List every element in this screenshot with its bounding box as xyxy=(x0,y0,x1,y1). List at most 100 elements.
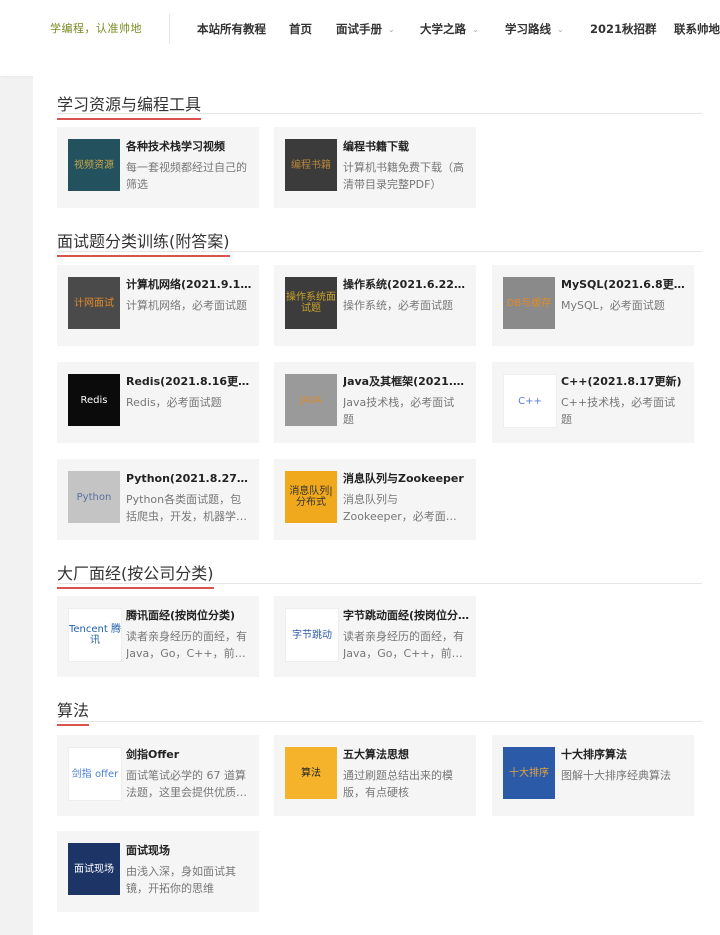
card-thumbnail: JAVA xyxy=(285,374,337,426)
section-title: 面试题分类训练(附答案) xyxy=(57,228,230,257)
nav-item-contact[interactable]: 联系帅地 xyxy=(674,21,720,37)
card-title: C++(2021.8.17更新) xyxy=(561,375,682,388)
nav-item-recruit-group[interactable]: 2021秋招群 xyxy=(590,21,657,37)
card-title: 计算机网络(2021.9.16更新) xyxy=(126,278,254,291)
card-thumbnail: Python xyxy=(68,471,120,523)
card-title: 五大算法思想 xyxy=(343,748,409,761)
card-description: Redis，必考面试题 xyxy=(126,396,222,409)
card-thumbnail: C++ xyxy=(503,374,557,428)
card-thumbnail: 面试现场 xyxy=(68,843,120,895)
card-thumbnail: 算法 xyxy=(285,747,337,799)
resource-card[interactable]: 算法 五大算法思想 通过刷题总结出来的模版，有点硬核 xyxy=(274,735,476,816)
resource-card[interactable]: C++ C++(2021.8.17更新) C++技术栈，必考面试题 xyxy=(492,362,694,443)
nav-item-all-tutorials[interactable]: 本站所有教程 xyxy=(197,21,266,37)
nav-item-college-road[interactable]: 大学之路 ⌄ xyxy=(420,21,479,37)
resource-card[interactable]: 操作系统面试题 操作系统(2021.6.22更新) 操作系统，必考面试题 xyxy=(274,265,476,346)
section-divider xyxy=(57,721,702,722)
card-thumbnail: 消息队列|分布式 xyxy=(285,471,337,523)
section-divider xyxy=(57,583,702,584)
card-description: 读者亲身经历的面经，有Java，Go，C++，前端等 xyxy=(126,630,247,660)
nav-item-label: 2021秋招群 xyxy=(590,22,657,36)
section-title-underline xyxy=(57,587,214,589)
card-description: Java技术栈，必考面试题 xyxy=(343,396,455,426)
card-thumbnail: 编程书籍 xyxy=(285,139,337,191)
resource-card[interactable]: 视频资源 各种技术栈学习视频 每一套视频都经过自己的筛选 xyxy=(57,127,259,208)
card-title: 腾讯面经(按岗位分类) xyxy=(126,609,236,622)
card-description: 计算机网络，必考面试题 xyxy=(126,299,247,312)
resource-card[interactable]: JAVA Java及其框架(2021.7.8更新) Java技术栈，必考面试题 xyxy=(274,362,476,443)
site-logo[interactable]: 学编程，认准帅地 xyxy=(50,20,142,36)
card-title: 十大排序算法 xyxy=(561,748,627,761)
section-title-text: 大厂面经(按公司分类) xyxy=(57,564,214,583)
nav-item-learning-path[interactable]: 学习路线 ⌄ xyxy=(505,21,564,37)
section-title-underline xyxy=(57,118,202,120)
thumbnail-text: 编程书籍 xyxy=(291,159,331,171)
section-title-underline xyxy=(57,255,230,257)
card-thumbnail: 操作系统面试题 xyxy=(285,277,337,329)
resource-card[interactable]: 十大排序 十大排序算法 图解十大排序经典算法 xyxy=(492,735,694,816)
thumbnail-text: C++ xyxy=(518,395,542,407)
resource-card[interactable]: Redis Redis(2021.8.16更新) Redis，必考面试题 xyxy=(57,362,259,443)
thumbnail-text: Tencent 腾讯 xyxy=(69,624,121,646)
card-description: 操作系统，必考面试题 xyxy=(343,299,453,312)
chevron-down-icon: ⌄ xyxy=(472,25,479,34)
thumbnail-text: 消息队列|分布式 xyxy=(289,486,333,508)
thumbnail-text: 操作系统面试题 xyxy=(286,292,336,314)
card-description: 面试笔试必学的 67 道算法题，这里会提供优质题解 xyxy=(126,769,247,799)
card-title: MySQL(2021.6.8更新) xyxy=(561,278,689,291)
thumbnail-text: Python xyxy=(76,491,112,503)
main-content: 学习资源与编程工具 视频资源 各种技术栈学习视频 每一套视频都经过自己的筛选 编… xyxy=(33,76,720,935)
thumbnail-text: 字节跳动 xyxy=(292,629,332,641)
card-thumbnail: Redis xyxy=(68,374,120,426)
section-title: 大厂面经(按公司分类) xyxy=(57,560,214,589)
resource-card[interactable]: 字节跳动 字节跳动面经(按岗位分类) 读者亲身经历的面经，有Java，Go，C+… xyxy=(274,596,476,677)
card-title: 面试现场 xyxy=(126,844,170,857)
card-thumbnail: Tencent 腾讯 xyxy=(68,608,122,662)
resource-card[interactable]: 剑指 offer 剑指Offer 面试笔试必学的 67 道算法题，这里会提供优质… xyxy=(57,735,259,816)
header-divider xyxy=(169,14,170,44)
card-title: 编程书籍下载 xyxy=(343,140,409,153)
card-description: 消息队列与Zookeeper，必考面试题 xyxy=(343,493,457,523)
card-thumbnail: 剑指 offer xyxy=(68,747,122,801)
site-header: 学编程，认准帅地 本站所有教程 首页 面试手册 ⌄ 大学之路 ⌄ 学习路线 ⌄ 202… xyxy=(0,0,720,76)
nav-item-home[interactable]: 首页 xyxy=(289,21,312,37)
thumbnail-text: 面试现场 xyxy=(74,863,114,875)
resource-card[interactable]: DB与缓存 MySQL(2021.6.8更新) MySQL，必考面试题 xyxy=(492,265,694,346)
resource-card[interactable]: Tencent 腾讯 腾讯面经(按岗位分类) 读者亲身经历的面经，有Java，G… xyxy=(57,596,259,677)
thumbnail-text: DB与缓存 xyxy=(506,297,552,309)
section-divider xyxy=(57,113,702,114)
section-title: 算法 xyxy=(57,697,90,726)
resource-card[interactable]: 编程书籍 编程书籍下载 计算机书籍免费下载（高清带目录完整PDF） xyxy=(274,127,476,208)
card-thumbnail: 十大排序 xyxy=(503,747,555,799)
section-title-text: 面试题分类训练(附答案) xyxy=(57,232,230,251)
card-title: Redis(2021.8.16更新) xyxy=(126,375,254,388)
thumbnail-text: Redis xyxy=(80,394,108,406)
card-title: 操作系统(2021.6.22更新) xyxy=(343,278,471,291)
nav-item-label: 首页 xyxy=(289,22,312,36)
nav-item-interview-manual[interactable]: 面试手册 ⌄ xyxy=(336,21,395,37)
section-title-text: 学习资源与编程工具 xyxy=(57,95,202,114)
card-description: 图解十大排序经典算法 xyxy=(561,769,671,782)
nav-item-label: 学习路线 xyxy=(505,22,551,36)
nav-item-label: 联系帅地 xyxy=(674,22,720,36)
card-thumbnail: DB与缓存 xyxy=(503,277,555,329)
section-title-text: 算法 xyxy=(57,701,90,720)
thumbnail-text: 算法 xyxy=(301,767,321,779)
thumbnail-text: 剑指 offer xyxy=(71,768,119,780)
resource-card[interactable]: 计网面试 计算机网络(2021.9.16更新) 计算机网络，必考面试题 xyxy=(57,265,259,346)
resource-card[interactable]: 消息队列|分布式 消息队列与Zookeeper 消息队列与Zookeeper，必… xyxy=(274,459,476,540)
card-description: 读者亲身经历的面经，有Java，Go，C++，前端等 xyxy=(343,630,464,660)
card-title: 字节跳动面经(按岗位分类) xyxy=(343,609,471,622)
card-description: 每一套视频都经过自己的筛选 xyxy=(126,161,247,191)
card-title: Java及其框架(2021.7.8更新) xyxy=(343,375,471,388)
chevron-down-icon: ⌄ xyxy=(388,25,395,34)
card-title: 剑指Offer xyxy=(126,748,180,761)
card-description: 通过刷题总结出来的模版，有点硬核 xyxy=(343,769,453,799)
resource-card[interactable]: Python Python(2021.8.27更新) Python各类面试题，包… xyxy=(57,459,259,540)
resource-card[interactable]: 面试现场 面试现场 由浅入深，身如面试其镜，开拓你的思维 xyxy=(57,831,259,912)
card-description: Python各类面试题，包括爬虫，开发，机器学习等 xyxy=(126,493,247,523)
nav-item-label: 本站所有教程 xyxy=(197,22,266,36)
thumbnail-text: 视频资源 xyxy=(74,159,114,171)
card-thumbnail: 字节跳动 xyxy=(285,608,339,662)
nav-item-label: 面试手册 xyxy=(336,22,382,36)
